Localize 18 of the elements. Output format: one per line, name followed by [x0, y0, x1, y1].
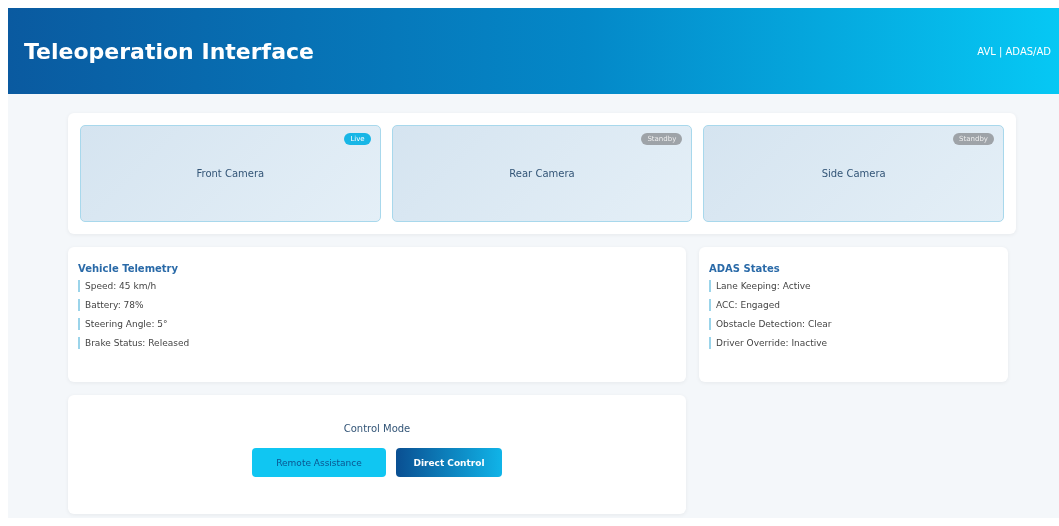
camera-label: Front Camera [196, 168, 265, 179]
telemetry-item: Speed: 45 km/h [78, 280, 676, 292]
adas-item: Obstacle Detection: Clear [709, 318, 998, 330]
adas-item: Driver Override: Inactive [709, 337, 998, 349]
app-title: Teleoperation Interface [24, 38, 314, 64]
telemetry-item: Brake Status: Released [78, 337, 676, 349]
mode-button[interactable]: Direct Control [396, 448, 502, 477]
card-title: ADAS States [709, 263, 781, 274]
card-title: Vehicle Telemetry [78, 263, 180, 274]
card-title: Control Mode [343, 423, 411, 434]
adas-item: ACC: Engaged [709, 299, 998, 311]
telemetry-item: Steering Angle: 5° [78, 318, 676, 330]
camera-label: Rear Camera [509, 168, 575, 179]
header-subtitle: AVL | ADAS/AD [977, 45, 1051, 57]
camera-label: Side Camera [821, 168, 886, 179]
mode-button[interactable]: Remote Assistance [252, 448, 386, 477]
telemetry-item: Battery: 78% [78, 299, 676, 311]
adas-item: Lane Keeping: Active [709, 280, 998, 292]
